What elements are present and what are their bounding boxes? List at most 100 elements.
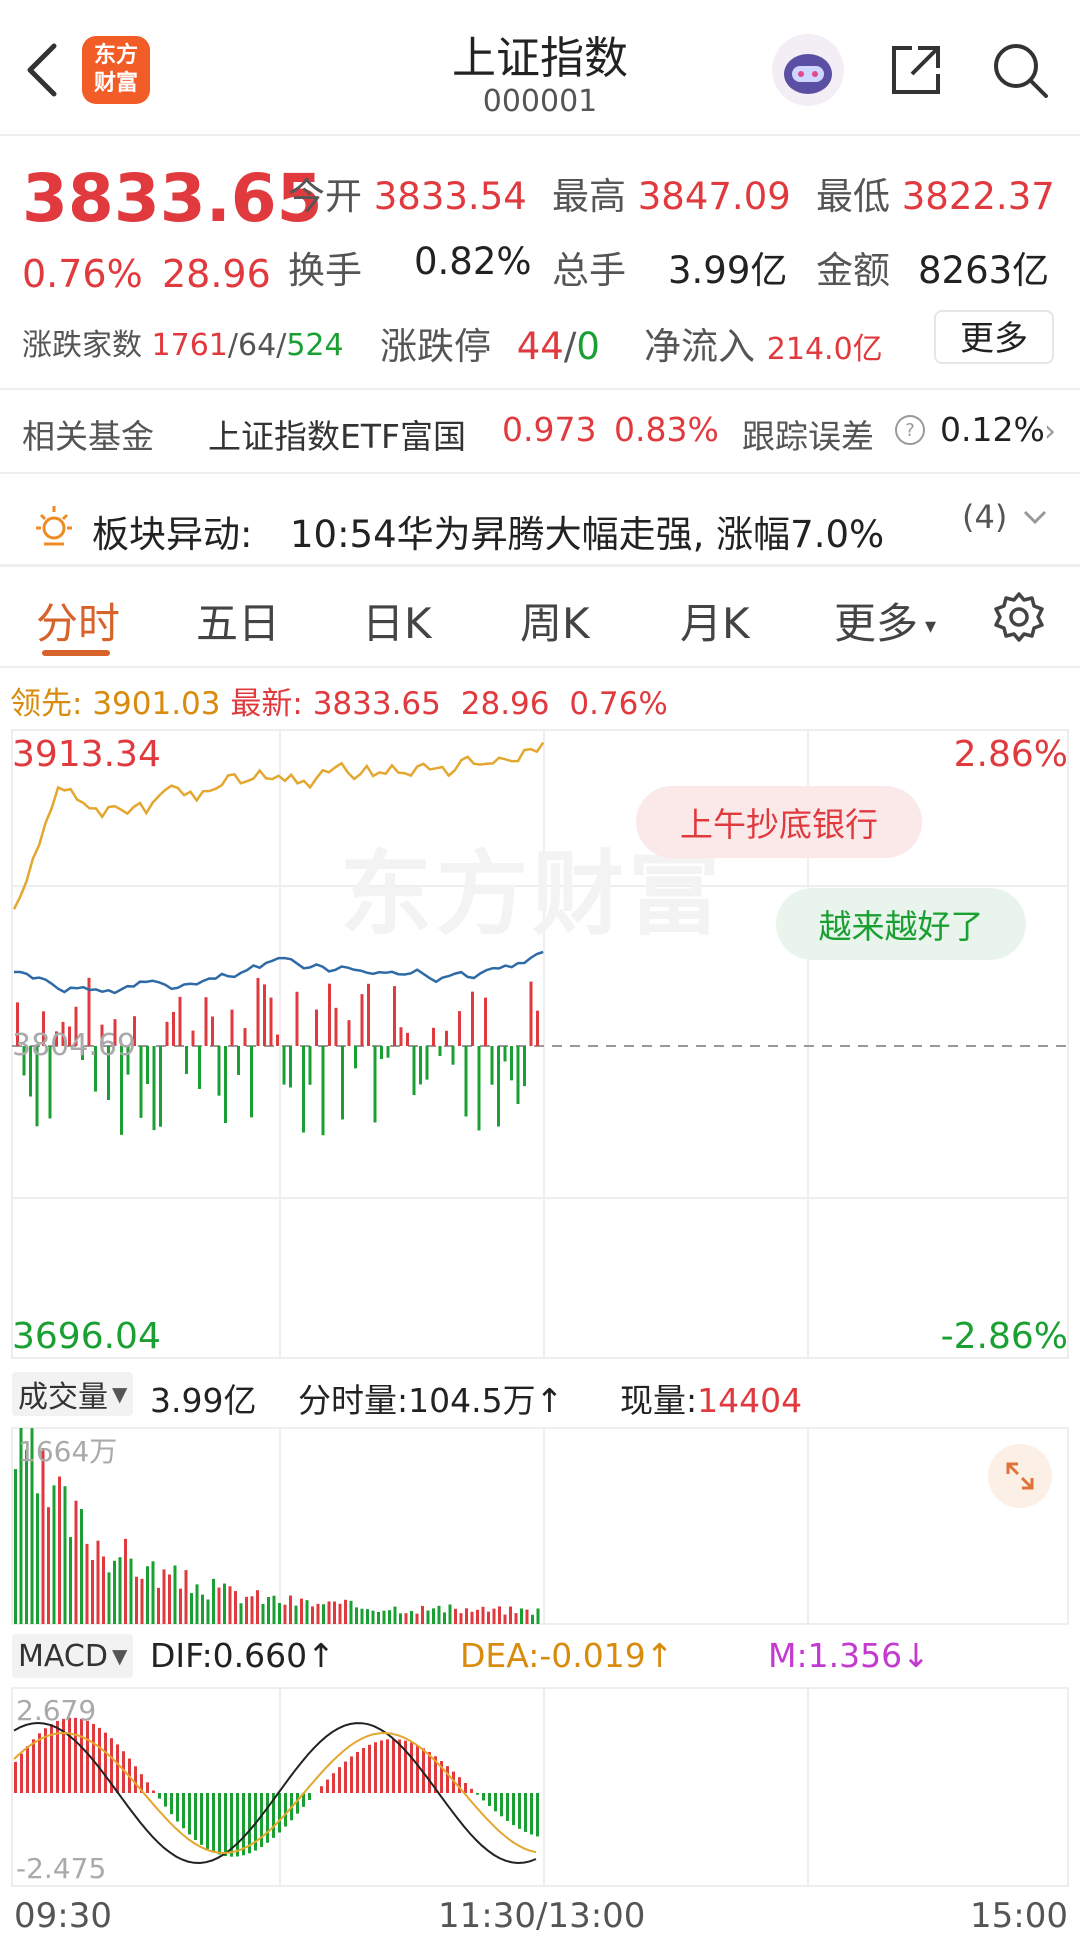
volume-bar xyxy=(520,1608,523,1624)
macd-bar-up xyxy=(152,1790,155,1793)
macd-bar-up xyxy=(98,1727,101,1793)
share-icon[interactable] xyxy=(886,40,946,100)
flow-bar-up xyxy=(230,1009,234,1046)
volume-bar xyxy=(256,1590,259,1624)
limit-up: 44 xyxy=(516,325,564,368)
flow-bar-up xyxy=(399,1027,403,1046)
indicator-select-volume[interactable]: 成交量 ▼ xyxy=(12,1372,134,1416)
comment-bubble-bank[interactable]: 上午抄底银行 xyxy=(636,786,922,858)
volume-bar xyxy=(58,1476,61,1624)
macd-bar-down xyxy=(242,1793,245,1856)
volume-bar xyxy=(459,1613,463,1624)
flow-bar-down xyxy=(477,1046,481,1131)
turnover-label: 换手 xyxy=(288,249,362,292)
macd-bar-down xyxy=(158,1793,161,1799)
volume-bar xyxy=(289,1595,292,1624)
track-label: 跟踪误差 xyxy=(742,417,874,456)
alert-label: 板块异动: xyxy=(92,513,253,556)
volume-bar xyxy=(481,1606,485,1624)
volume-bar xyxy=(525,1609,529,1624)
flow-bar-up xyxy=(458,1011,461,1046)
volume-bar xyxy=(217,1587,221,1624)
volume-bar xyxy=(531,1614,534,1624)
robot-icon[interactable] xyxy=(770,32,846,108)
volume-bar xyxy=(294,1605,298,1624)
macd-bar-down xyxy=(170,1793,173,1815)
search-icon[interactable] xyxy=(990,40,1050,100)
indicator-select-macd[interactable]: MACD ▼ xyxy=(12,1634,134,1678)
macd-bar-up xyxy=(344,1761,347,1793)
volume-bar xyxy=(509,1606,512,1624)
latest-change: 28.96 xyxy=(460,686,550,722)
macd-bar-up xyxy=(374,1742,377,1793)
flow-bar-up xyxy=(347,1020,351,1046)
tab-more[interactable]: 更多 ▾ xyxy=(834,590,936,651)
average-price-line xyxy=(14,950,544,995)
fs-volume-value: 104.5万↑ xyxy=(408,1381,564,1420)
volume-bar xyxy=(410,1610,413,1624)
volume-bar xyxy=(514,1613,518,1624)
tab-intraday[interactable]: 分时 xyxy=(36,590,120,651)
macd-bar-up xyxy=(86,1720,89,1793)
tab-monthly-k[interactable]: 月K xyxy=(680,590,750,651)
volume-bar xyxy=(41,1448,45,1624)
price-max-label: 3913.34 xyxy=(12,734,161,775)
macd-bar-up xyxy=(14,1761,17,1793)
flow-bar-up xyxy=(276,1034,279,1046)
flow-bar-up xyxy=(445,1030,448,1046)
volume-bar xyxy=(190,1593,193,1624)
volume-bar xyxy=(338,1603,342,1624)
help-icon[interactable]: ? xyxy=(894,414,926,446)
chevron-down-icon[interactable] xyxy=(1020,502,1050,532)
tab-daily-k[interactable]: 日K xyxy=(362,590,432,651)
macd-bar-down xyxy=(182,1793,185,1829)
macd-bar-down xyxy=(188,1793,191,1835)
now-volume-value: 14404 xyxy=(697,1381,803,1420)
tab-five-day[interactable]: 五日 xyxy=(196,590,280,651)
volume-max-label: 1664万 xyxy=(18,1435,118,1468)
lead-value: 3901.03 xyxy=(92,686,221,722)
active-tab-underline xyxy=(42,650,110,656)
amount-value: 8263亿 xyxy=(918,249,1050,292)
volume-bar xyxy=(124,1538,127,1624)
comment-bubble-better[interactable]: 越来越好了 xyxy=(776,888,1026,960)
volume-bar xyxy=(492,1608,496,1624)
volume-bar xyxy=(426,1610,430,1624)
expand-icon[interactable] xyxy=(988,1444,1052,1508)
flow-bar-up xyxy=(295,991,299,1046)
flow-bar-up xyxy=(432,1027,435,1046)
volume-bar xyxy=(69,1537,72,1624)
flow-bar-up xyxy=(269,997,273,1046)
sector-alert[interactable]: 板块异动: 10:54华为昇腾大幅走强, 涨幅7.0% (4) xyxy=(0,490,1080,570)
tab-weekly-k[interactable]: 周K xyxy=(520,590,590,651)
volume-bar xyxy=(179,1588,182,1624)
volume-bar xyxy=(168,1574,171,1624)
volume-chart xyxy=(11,1427,1069,1625)
macd-bar-down xyxy=(176,1793,179,1822)
settings-icon[interactable] xyxy=(992,590,1046,644)
macd-bar-up xyxy=(392,1739,395,1793)
macd-bar-up xyxy=(410,1742,413,1793)
volume-bar xyxy=(344,1599,347,1624)
volume-bar xyxy=(421,1605,424,1624)
macd-bar-up xyxy=(338,1767,341,1793)
volume-bar xyxy=(503,1614,507,1624)
macd-min-label: -2.475 xyxy=(16,1852,107,1885)
volume-bar xyxy=(228,1586,232,1624)
fund-row[interactable]: 相关基金 上证指数ETF富国 0.973 0.83% 跟踪误差 ? 0.12% … xyxy=(0,400,1080,470)
flow-bar-up xyxy=(406,1032,409,1046)
open-label: 今开 xyxy=(288,175,362,218)
chevron-right-icon: › xyxy=(1044,414,1056,449)
macd-bar-up xyxy=(464,1782,467,1793)
low-value: 3822.37 xyxy=(901,175,1055,218)
flow-bar-down xyxy=(438,1046,442,1057)
volume-bar xyxy=(250,1596,254,1624)
more-button[interactable]: 更多 xyxy=(934,310,1054,364)
macd-bar-down xyxy=(518,1793,521,1829)
volume-bar xyxy=(85,1543,89,1624)
flow-bar-up xyxy=(178,996,182,1046)
macd-bar-down xyxy=(278,1793,281,1833)
volume-bar xyxy=(311,1606,314,1624)
flow-bar-down xyxy=(373,1046,377,1123)
flow-bar-up xyxy=(315,1009,318,1046)
